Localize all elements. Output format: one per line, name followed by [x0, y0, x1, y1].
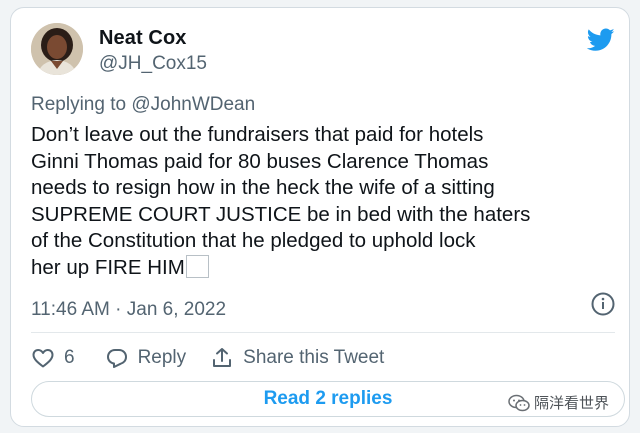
tweet-line-last: her up FIRE HIM — [31, 254, 621, 282]
share-button[interactable]: Share this Tweet — [210, 346, 384, 370]
user-handle[interactable]: @JH_Cox15 — [99, 53, 207, 75]
action-bar: 6 Reply Share this Tweet — [31, 341, 384, 375]
wechat-icon — [508, 394, 530, 411]
share-label: Share this Tweet — [243, 347, 385, 368]
heart-icon — [32, 349, 54, 368]
reply-label: Reply — [137, 347, 187, 368]
watermark-text: 隔洋看世界 — [534, 395, 610, 412]
tweet-card: Neat Cox @JH_Cox15 Replying to @JohnWDea… — [10, 7, 630, 427]
like-button[interactable]: 6 — [31, 346, 75, 370]
divider — [31, 332, 615, 333]
tweet-line: of the Constitution that he pledged to u… — [31, 229, 476, 252]
avatar-photo — [31, 23, 83, 75]
tweet-line: SUPREME COURT JUSTICE be in bed with the… — [31, 202, 531, 226]
display-name[interactable]: Neat Cox — [99, 27, 187, 50]
watermark: 隔洋看世界 — [506, 392, 614, 413]
missing-emoji-glyph — [185, 254, 209, 278]
share-icon — [213, 348, 232, 367]
reply-icon — [106, 349, 127, 368]
tweet-line: Don’t leave out the fundraisers that pai… — [31, 123, 484, 146]
twitter-bird-icon[interactable] — [587, 28, 615, 52]
tweet-line: Ginni Thomas paid for 80 buses Clarence … — [31, 149, 489, 173]
tweet-line: her up FIRE HIM — [31, 255, 185, 279]
avatar[interactable] — [31, 23, 83, 75]
timestamp[interactable]: 11:46 AM · Jan 6, 2022 — [31, 299, 226, 321]
tweet-text: Don’t leave out the fundraisers that pai… — [31, 122, 621, 281]
info-icon[interactable] — [590, 291, 616, 317]
replying-to[interactable]: Replying to @JohnWDean — [31, 94, 255, 116]
reply-button[interactable]: Reply — [105, 346, 187, 370]
tweet-line: needs to resign how in the heck the wife… — [31, 176, 495, 199]
like-count: 6 — [64, 347, 75, 368]
